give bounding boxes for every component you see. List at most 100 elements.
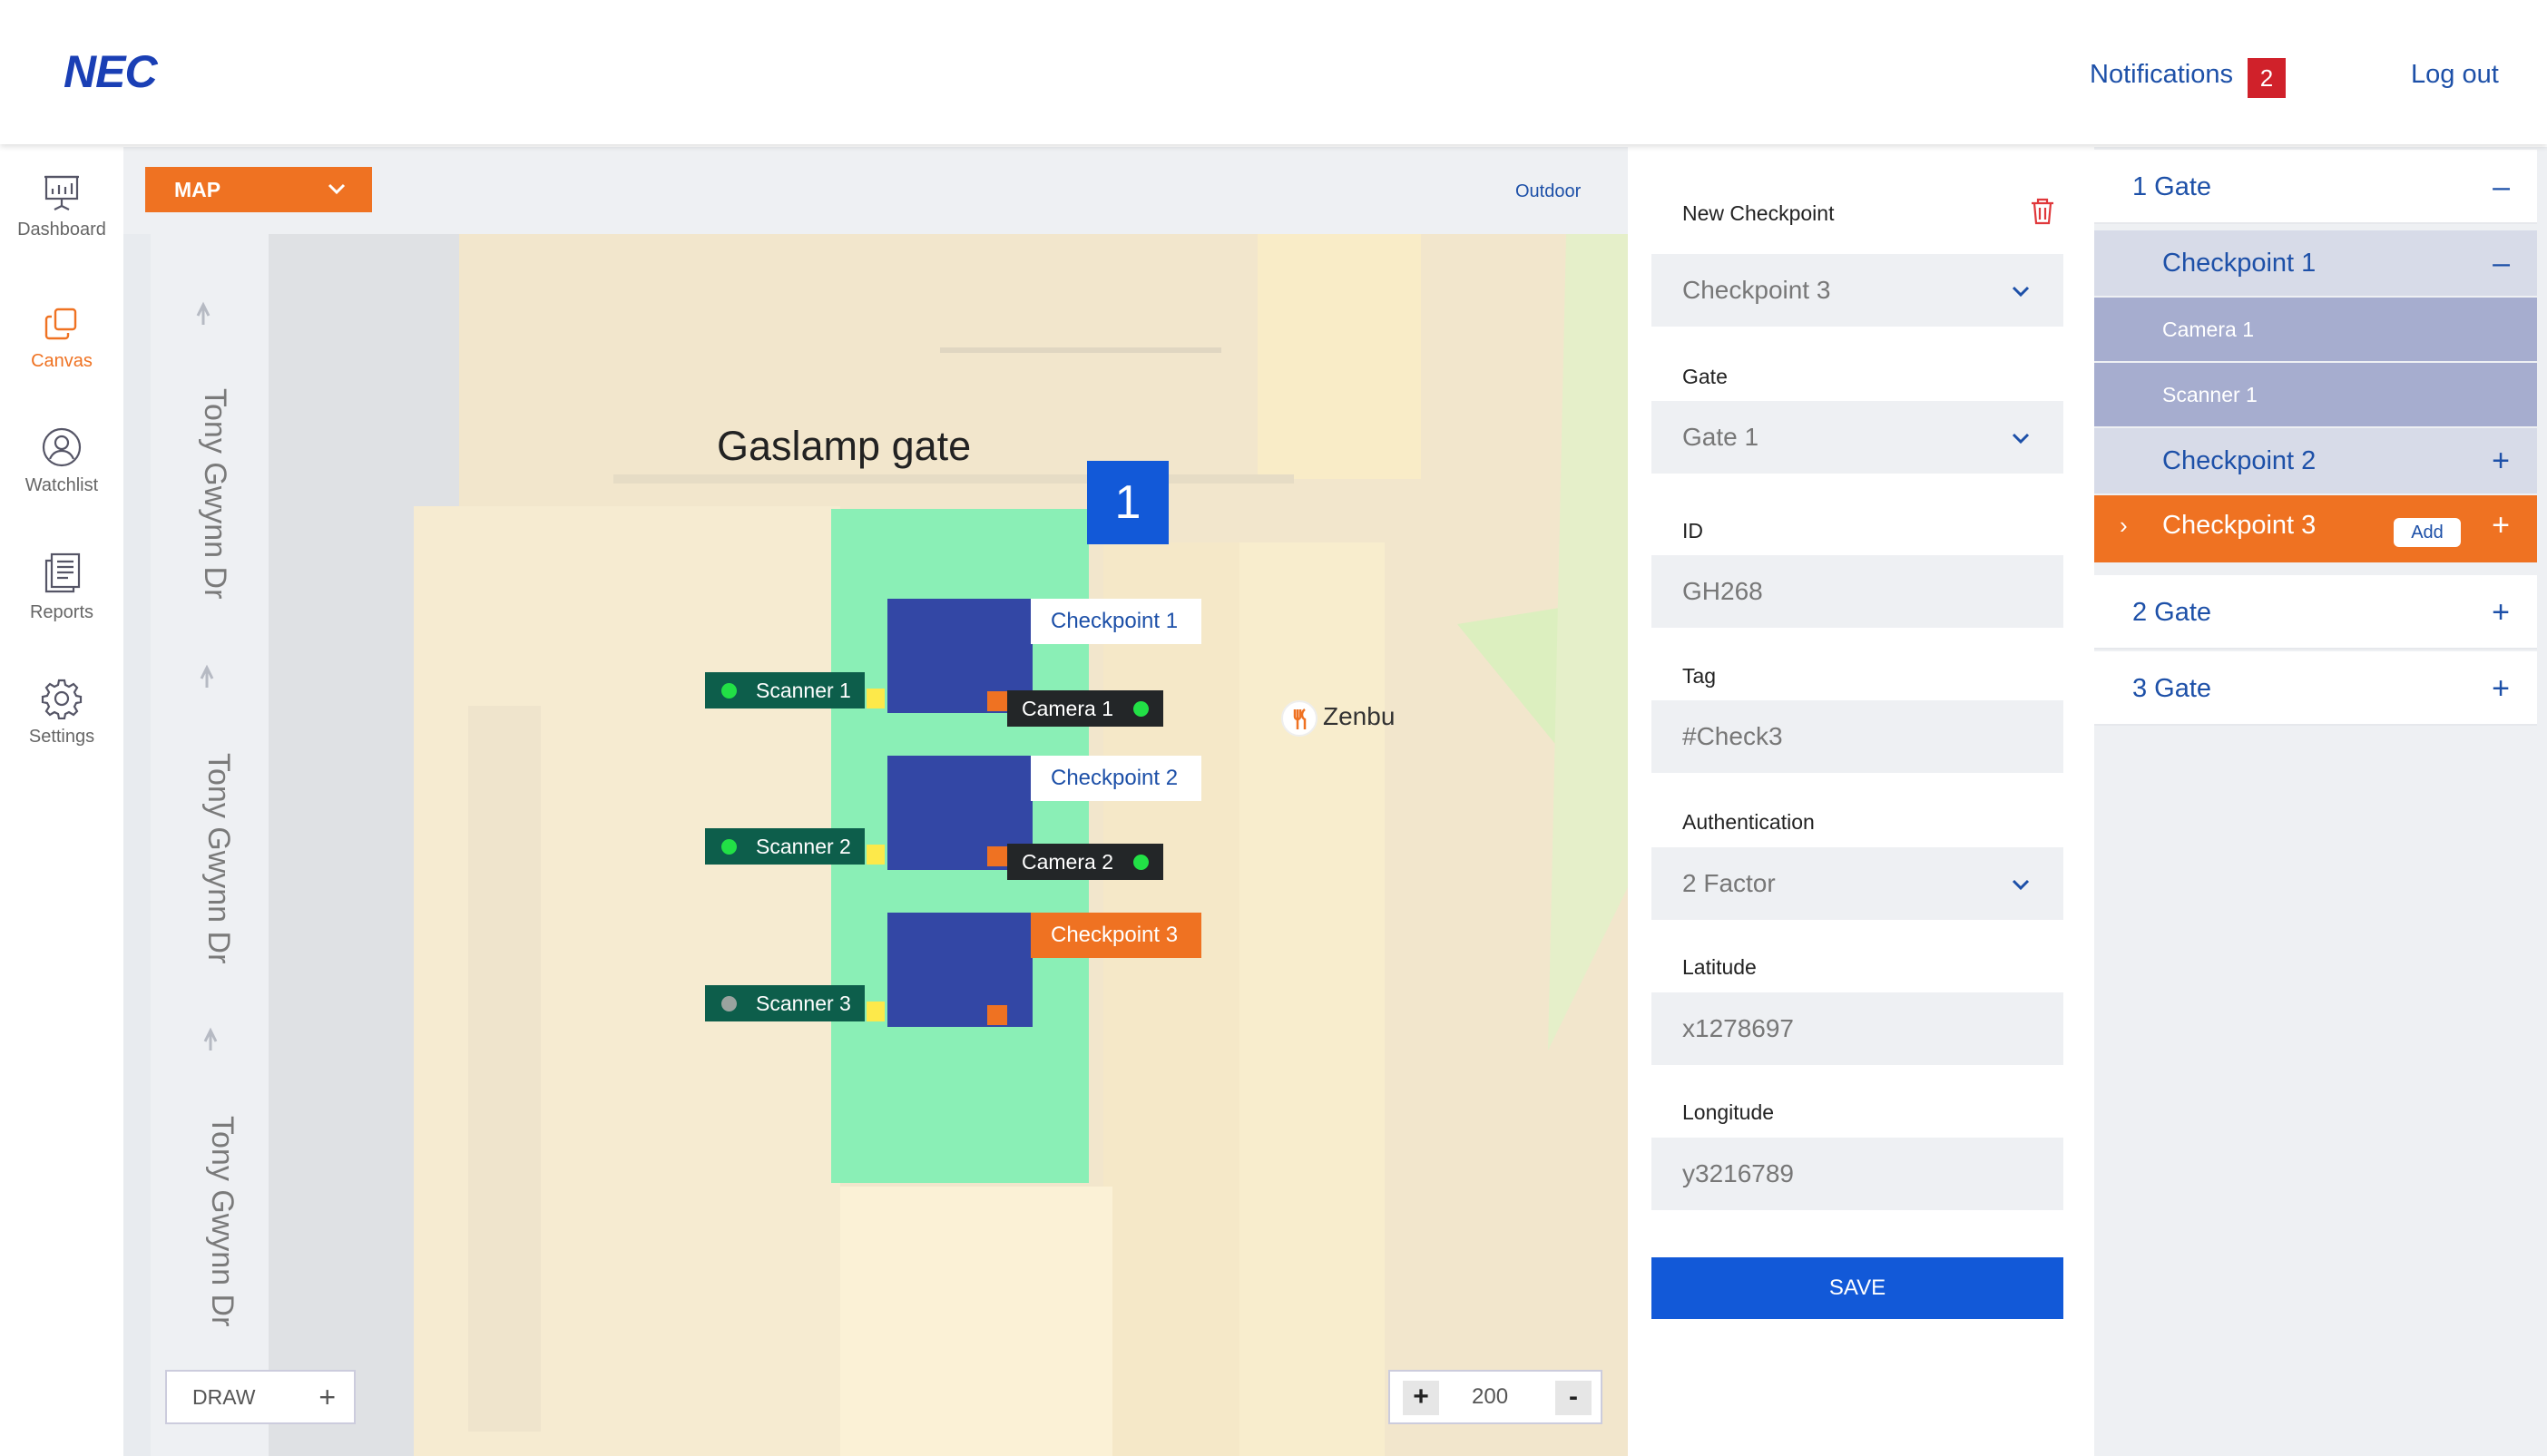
- sidebar-item-label: Canvas: [31, 351, 93, 371]
- chevron-down-icon: [328, 183, 346, 195]
- chevron-down-icon: [2012, 433, 2030, 445]
- user-icon: [42, 427, 82, 467]
- expand-icon[interactable]: +: [2492, 495, 2510, 555]
- tree-gate-label: 2 Gate: [2132, 598, 2212, 627]
- logout-link[interactable]: Log out: [2411, 60, 2499, 90]
- map-view-select[interactable]: MAP: [145, 167, 372, 212]
- scanner-1-label[interactable]: Scanner 1: [705, 672, 865, 708]
- tree-gate-2[interactable]: 2 Gate +: [2094, 575, 2537, 650]
- chevron-right-icon: ›: [2120, 512, 2128, 539]
- zoom-in-button[interactable]: +: [1403, 1381, 1439, 1415]
- latitude-label: Latitude: [1682, 955, 1757, 979]
- sidebar: Dashboard Canvas Watchlist Reports Setti…: [0, 147, 123, 1456]
- tag-field[interactable]: #Check3: [1651, 700, 2063, 773]
- expand-icon[interactable]: +: [2492, 651, 2510, 726]
- gate-label: Gate: [1682, 365, 1728, 388]
- plus-icon: +: [318, 1381, 336, 1413]
- gear-icon: [41, 679, 83, 719]
- sidebar-item-canvas[interactable]: Canvas: [0, 304, 123, 372]
- collapse-icon[interactable]: –: [2493, 230, 2510, 296]
- tree-checkpoint-2[interactable]: Checkpoint 2 +: [2094, 428, 2537, 493]
- zoom-control: + 200 -: [1388, 1370, 1602, 1424]
- collapse-icon[interactable]: –: [2493, 150, 2510, 224]
- view-mode-label[interactable]: Outdoor: [1515, 181, 1581, 202]
- chevron-down-icon: [2012, 286, 2030, 298]
- map-background: [151, 234, 1628, 1456]
- status-offline-icon: [721, 996, 737, 1011]
- gate-title: Gaslamp gate: [717, 423, 972, 469]
- add-button[interactable]: Add: [2394, 518, 2461, 547]
- id-field[interactable]: GH268: [1651, 555, 2063, 628]
- id-label: ID: [1682, 519, 1703, 542]
- map-view-select-value: MAP: [174, 178, 221, 201]
- poi-label: Zenbu: [1323, 702, 1396, 730]
- form-title: New Checkpoint: [1682, 201, 1835, 225]
- tree-gate-3[interactable]: 3 Gate +: [2094, 651, 2537, 726]
- road-label: Tony Gwynn Dr: [198, 388, 232, 600]
- sidebar-item-label: Reports: [29, 602, 94, 622]
- sidebar-item-settings[interactable]: Settings: [0, 678, 123, 748]
- tree-checkpoint-1[interactable]: Checkpoint 1 –: [2094, 230, 2537, 296]
- scanner-name: Scanner 1: [756, 679, 851, 702]
- tree-checkpoint-3[interactable]: › Checkpoint 3 +: [2094, 495, 2537, 562]
- authentication-select-value: 2 Factor: [1682, 869, 1776, 897]
- sidebar-item-dashboard[interactable]: Dashboard: [0, 172, 123, 240]
- notifications-count-badge[interactable]: 2: [2248, 58, 2286, 98]
- checkpoint-select[interactable]: Checkpoint 3: [1651, 254, 2063, 327]
- road-label: Tony Gwynn Dr: [205, 1116, 240, 1327]
- checkpoint-2-label[interactable]: Checkpoint 2: [1031, 756, 1201, 801]
- camera-name: Camera 1: [1022, 697, 1113, 720]
- longitude-label: Longitude: [1682, 1100, 1775, 1124]
- checkpoint-3-label[interactable]: Checkpoint 3: [1031, 913, 1201, 958]
- longitude-field[interactable]: y3216789: [1651, 1138, 2063, 1210]
- draw-button[interactable]: DRAW +: [165, 1370, 356, 1424]
- tree-camera-1[interactable]: Camera 1: [2094, 298, 2537, 361]
- scanner-2-label[interactable]: Scanner 2: [705, 828, 865, 865]
- sidebar-item-watchlist[interactable]: Watchlist: [0, 426, 123, 496]
- scanner-3-label[interactable]: Scanner 3: [705, 985, 865, 1021]
- expand-icon[interactable]: +: [2492, 575, 2510, 650]
- tree-gate-label: 3 Gate: [2132, 674, 2212, 703]
- scanner-name: Scanner 3: [756, 992, 851, 1015]
- status-online-icon: [721, 683, 737, 699]
- expand-icon[interactable]: +: [2492, 428, 2510, 493]
- camera-1-label[interactable]: Camera 1: [1007, 690, 1163, 727]
- restaurant-icon[interactable]: [1281, 700, 1318, 737]
- tree-gate-1[interactable]: 1 Gate –: [2094, 150, 2537, 224]
- tree-checkpoint-label: Checkpoint 2: [2162, 446, 2317, 475]
- tree-gate-label: 1 Gate: [2132, 172, 2212, 201]
- trash-icon[interactable]: [2027, 196, 2058, 227]
- camera-2-label[interactable]: Camera 2: [1007, 844, 1163, 880]
- authentication-select[interactable]: 2 Factor: [1651, 847, 2063, 920]
- gate-number-badge[interactable]: 1: [1087, 461, 1169, 544]
- checkpoint-select-value: Checkpoint 3: [1682, 276, 1831, 304]
- gate-select-value: Gate 1: [1682, 423, 1759, 451]
- save-button[interactable]: SAVE: [1651, 1257, 2063, 1319]
- tree-scanner-1[interactable]: Scanner 1: [2094, 363, 2537, 426]
- sidebar-item-reports[interactable]: Reports: [0, 552, 123, 623]
- checkpoint-1-label[interactable]: Checkpoint 1: [1031, 599, 1201, 644]
- sidebar-item-label: Settings: [28, 727, 95, 747]
- sidebar-item-label: Watchlist: [24, 475, 99, 495]
- tree-checkpoint-label: Checkpoint 1: [2162, 249, 2317, 278]
- status-online-icon: [1133, 701, 1149, 717]
- zoom-out-button[interactable]: -: [1555, 1381, 1592, 1415]
- tag-label: Tag: [1682, 664, 1717, 688]
- presentation-icon: [44, 175, 79, 210]
- canvas-icon: [44, 308, 77, 340]
- authentication-label: Authentication: [1682, 810, 1815, 834]
- road-label: Tony Gwynn Dr: [201, 753, 236, 964]
- latitude-field[interactable]: x1278697: [1651, 992, 2063, 1065]
- camera-name: Camera 2: [1022, 850, 1113, 874]
- status-online-icon: [721, 839, 737, 855]
- status-online-icon: [1133, 855, 1149, 870]
- notifications-link[interactable]: Notifications: [2090, 60, 2233, 90]
- tree-checkpoint-label: Checkpoint 3: [2162, 511, 2317, 540]
- reports-icon: [44, 552, 81, 593]
- sidebar-item-label: Dashboard: [17, 220, 106, 239]
- gate-select[interactable]: Gate 1: [1651, 401, 2063, 474]
- map-canvas[interactable]: Tony Gwynn Dr Tony Gwynn Dr Tony Gwynn D…: [151, 234, 1628, 1456]
- nec-logo: NEC: [64, 46, 158, 97]
- scanner-name: Scanner 2: [756, 835, 851, 858]
- chevron-down-icon: [2012, 879, 2030, 891]
